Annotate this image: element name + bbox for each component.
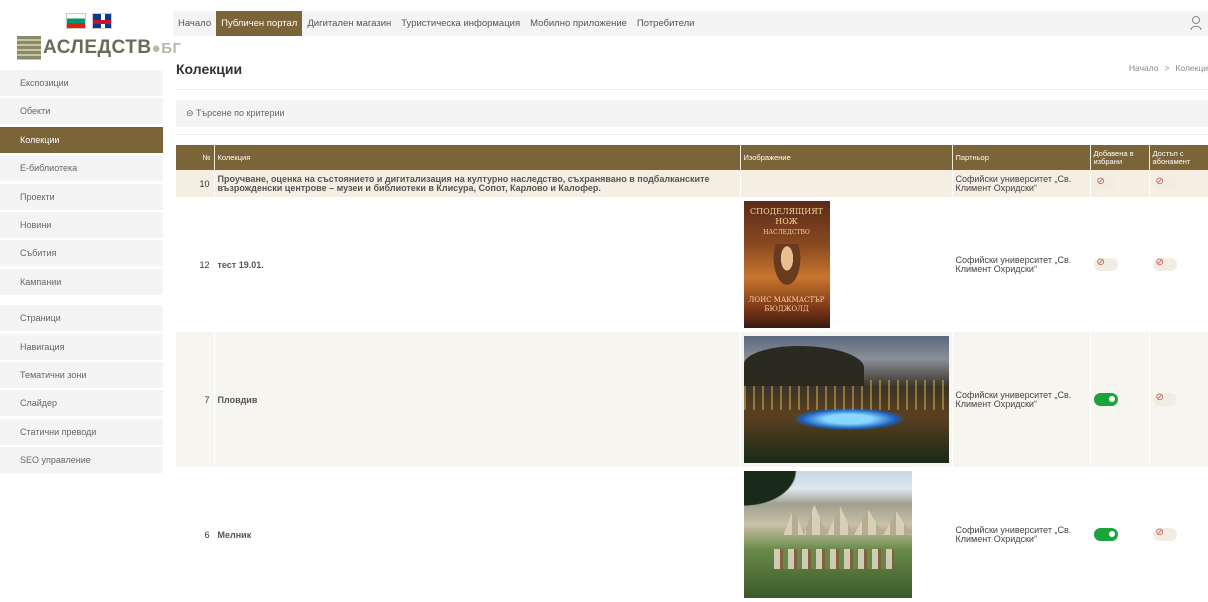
breadcrumb-home[interactable]: Начало	[1129, 63, 1159, 73]
favorite-toggle[interactable]	[1093, 176, 1118, 190]
mountain-town-image	[743, 471, 912, 598]
illuminated-fountain	[793, 408, 904, 430]
hill-silhouette	[743, 346, 864, 386]
table-row[interactable]: 10 Проучване, оценка на състоянието и ди…	[176, 170, 1208, 197]
logo-suffix: БГ	[161, 40, 182, 57]
book-subtitle: НАСЛЕДСТВО	[763, 229, 810, 236]
sidebar-item-projects[interactable]: Проекти	[0, 183, 163, 210]
partner-name: Софийски университет „Св. Климент Охридс…	[952, 467, 1091, 602]
column-header-collection[interactable]: Колекция	[214, 145, 741, 170]
subscription-toggle[interactable]	[1152, 257, 1177, 271]
sidebar: АСЛЕДСТВ●БГ Експозиции Обекти Колекции Е…	[0, 0, 181, 592]
page-title: Колекции	[176, 61, 243, 77]
top-navigation: Начало Публичен портал Дигитален магазин…	[173, 11, 1208, 36]
subscription-toggle[interactable]	[1152, 392, 1177, 406]
sidebar-item-campaigns[interactable]: Кампании	[0, 268, 163, 295]
language-switcher	[66, 13, 112, 29]
column-header-subscription[interactable]: Достъп с абонамент	[1149, 145, 1208, 170]
divider	[176, 89, 1208, 90]
partner-name: Софийски университет „Св. Климент Охридс…	[952, 170, 1091, 197]
table-row[interactable]: 6 Мелник Софийски университет „Св. Климе…	[176, 467, 1208, 602]
row-number: 12	[176, 197, 215, 332]
book-figure	[769, 244, 804, 292]
breadcrumb-current: Колекци	[1175, 63, 1208, 73]
logo-text: АСЛЕДСТВ	[43, 37, 152, 58]
night-city-image	[743, 336, 949, 463]
logo-mark-icon	[17, 36, 41, 60]
collection-name[interactable]: тест 19.01.	[214, 197, 741, 332]
table-row[interactable]: 7 Пловдив Софийски университет „Св. Клим…	[176, 332, 1208, 467]
column-header-image: Изображение	[740, 145, 953, 170]
sidebar-item-events[interactable]: Събития	[0, 240, 163, 267]
village-houses	[773, 549, 894, 569]
sidebar-item-thematic-zones[interactable]: Тематични зони	[0, 361, 163, 388]
sidebar-item-static-translations[interactable]: Статични преводи	[0, 418, 163, 445]
partner-name: Софийски университет „Св. Климент Охридс…	[952, 332, 1091, 467]
column-header-number[interactable]: №	[176, 145, 215, 170]
nav-public-portal[interactable]: Публичен портал	[216, 11, 303, 36]
table-header-row: № Колекция Изображение Партньор Добавена…	[176, 145, 1208, 170]
sidebar-item-news[interactable]: Новини	[0, 211, 163, 238]
row-number: 6	[176, 467, 215, 602]
sidebar-item-e-library[interactable]: Е-библиотека	[0, 155, 163, 182]
menu-divider	[0, 297, 163, 305]
search-criteria-toggle[interactable]: ⊖ Търсене по критерии	[176, 100, 1208, 127]
nav-tourist-info[interactable]: Туристическа информация	[396, 11, 525, 36]
pine-branch	[743, 471, 804, 511]
column-header-partner[interactable]: Партньор	[952, 145, 1091, 170]
collection-name[interactable]: Пловдив	[214, 332, 741, 467]
favorite-toggle[interactable]	[1093, 393, 1118, 406]
partner-name: Софийски университет „Св. Климент Охридс…	[952, 197, 1091, 332]
breadcrumb: Начало > Колекци	[1129, 63, 1208, 73]
row-number: 10	[176, 170, 215, 197]
nav-mobile-app[interactable]: Мобилно приложение	[525, 11, 632, 36]
collection-name[interactable]: Проучване, оценка на състоянието и дигит…	[214, 170, 741, 197]
collections-table: № Колекция Изображение Партньор Добавена…	[176, 145, 1208, 602]
collection-image-cell	[740, 170, 953, 197]
book-title: СПОДЕЛЯЩИЯТ НОЖ	[749, 207, 824, 226]
sidebar-item-navigation[interactable]: Навигация	[0, 333, 163, 360]
bulgarian-flag-icon[interactable]	[66, 13, 86, 29]
nav-users[interactable]: Потребители	[632, 11, 700, 36]
sidebar-menu: Експозиции Обекти Колекции Е-библиотека …	[0, 70, 163, 475]
subscription-toggle[interactable]	[1152, 176, 1177, 190]
sidebar-item-pages[interactable]: Страници	[0, 305, 163, 332]
nav-home[interactable]: Начало	[173, 11, 216, 36]
sidebar-item-expositions[interactable]: Експозиции	[0, 70, 163, 96]
subscription-toggle[interactable]	[1152, 527, 1177, 541]
column-header-favorites[interactable]: Добавена в избрани	[1090, 145, 1150, 170]
sidebar-item-objects[interactable]: Обекти	[0, 98, 163, 125]
favorite-toggle[interactable]	[1093, 528, 1118, 541]
breadcrumb-separator: >	[1164, 63, 1170, 73]
user-icon[interactable]	[1190, 15, 1202, 31]
english-flag-icon[interactable]	[92, 13, 112, 29]
row-number: 7	[176, 332, 215, 467]
sidebar-item-collections[interactable]: Колекции	[0, 126, 163, 153]
nav-digital-shop[interactable]: Дигитален магазин	[302, 11, 396, 36]
book-author: ЛОИС МАКМАСТЪР БЮДЖОЛД	[748, 296, 825, 313]
sidebar-item-slider[interactable]: Слайдер	[0, 390, 163, 417]
favorite-toggle[interactable]	[1093, 257, 1118, 271]
book-cover-image: СПОДЕЛЯЩИЯТ НОЖ НАСЛЕДСТВО ЛОИС МАКМАСТЪ…	[743, 201, 830, 328]
sidebar-item-seo[interactable]: SEO управление	[0, 447, 163, 474]
collection-name[interactable]: Мелник	[214, 467, 741, 602]
logo[interactable]: АСЛЕДСТВ●БГ	[17, 36, 181, 60]
divider	[176, 134, 1208, 135]
table-row[interactable]: 12 тест 19.01. СПОДЕЛЯЩИЯТ НОЖ НАСЛЕДСТВ…	[176, 197, 1208, 332]
